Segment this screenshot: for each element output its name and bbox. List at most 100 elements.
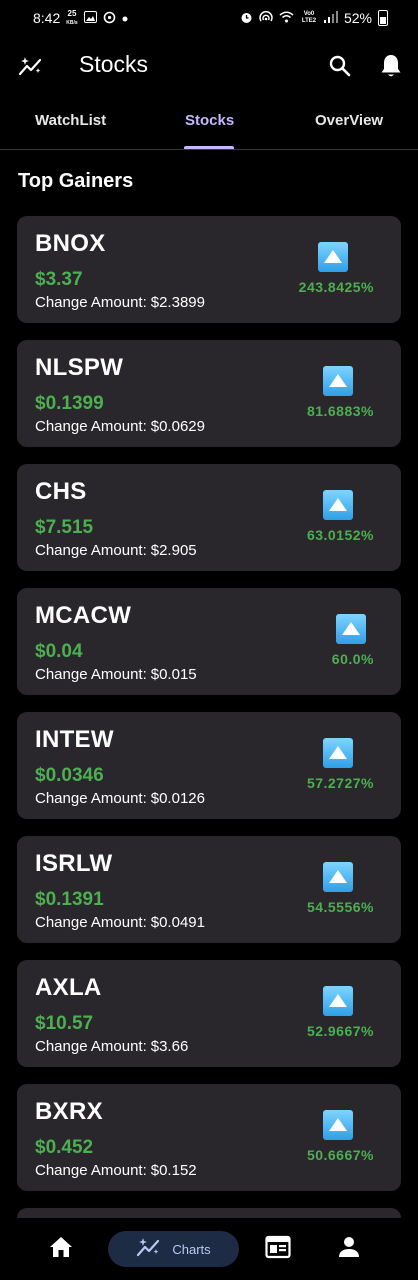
status-left: 8:42 25 KB/s bbox=[33, 8, 128, 27]
network-speed-value: 25 bbox=[67, 8, 77, 18]
hotspot-icon bbox=[259, 10, 273, 26]
change-amount-label: Change Amount: bbox=[35, 666, 147, 683]
stock-card[interactable]: INTEW $0.0346 Change Amount: $0.0126 57.2… bbox=[17, 712, 401, 819]
nav-profile[interactable] bbox=[334, 1231, 364, 1267]
network-type: Vo0 LTE2 bbox=[301, 11, 317, 24]
network-speed: 25 KB/s bbox=[66, 8, 78, 27]
notification-dot-icon bbox=[122, 12, 128, 24]
stock-card[interactable]: MCACW $0.04 Change Amount: $0.015 60.0% bbox=[17, 588, 401, 695]
change-percent: 50.6667% bbox=[306, 1147, 374, 1163]
change-amount-value: $3.66 bbox=[150, 1038, 189, 1055]
bottom-nav: Charts bbox=[0, 1218, 418, 1280]
stock-price: $7.515 bbox=[35, 517, 94, 538]
stocks-logo-icon[interactable] bbox=[18, 54, 44, 78]
change-percent: 243.8425% bbox=[298, 279, 374, 295]
trend-up-icon bbox=[323, 490, 353, 520]
active-tab-indicator bbox=[184, 146, 234, 149]
stock-card[interactable]: AXLA $10.57 Change Amount: $3.66 52.9667% bbox=[17, 960, 401, 1067]
stock-symbol: BNOX bbox=[35, 230, 106, 257]
tab-stocks[interactable]: Stocks bbox=[185, 112, 234, 129]
tab-watchlist[interactable]: WatchList bbox=[35, 112, 106, 129]
signal-icon bbox=[323, 11, 338, 25]
section-title: Top Gainers bbox=[18, 170, 134, 192]
tab-bar: WatchList Stocks OverView bbox=[0, 102, 418, 150]
stock-symbol: INTEW bbox=[35, 726, 114, 753]
stock-card[interactable]: NLSPW $0.1399 Change Amount: $0.0629 81.6… bbox=[17, 340, 401, 447]
nav-home[interactable] bbox=[44, 1231, 78, 1267]
change-percent: 81.6883% bbox=[306, 403, 374, 419]
app-bar: Stocks bbox=[0, 38, 418, 94]
stock-card[interactable]: ISRLW $0.1391 Change Amount: $0.0491 54.5… bbox=[17, 836, 401, 943]
stock-price: $0.1391 bbox=[35, 889, 104, 910]
change-percent: 54.5556% bbox=[306, 899, 374, 915]
change-amount-value: $0.0491 bbox=[150, 914, 205, 931]
change-amount: Change Amount: $0.015 bbox=[35, 666, 197, 683]
change-amount-label: Change Amount: bbox=[35, 914, 147, 931]
stock-price: $0.1399 bbox=[35, 393, 104, 414]
battery-icon bbox=[378, 10, 388, 26]
stock-card[interactable]: BXRX $0.452 Change Amount: $0.152 50.6667… bbox=[17, 1084, 401, 1191]
change-amount: Change Amount: $0.0629 bbox=[35, 418, 205, 435]
change-amount-value: $2.3899 bbox=[150, 294, 205, 311]
change-amount-value: $0.152 bbox=[150, 1162, 197, 1179]
stock-price: $0.04 bbox=[35, 641, 83, 662]
stock-card[interactable]: CHS $7.515 Change Amount: $2.905 63.0152% bbox=[17, 464, 401, 571]
change-amount-label: Change Amount: bbox=[35, 1038, 147, 1055]
stock-symbol: CHS bbox=[35, 478, 87, 505]
trend-up-icon bbox=[323, 738, 353, 768]
change-amount-label: Change Amount: bbox=[35, 418, 147, 435]
change-amount-label: Change Amount: bbox=[35, 542, 147, 559]
profile-icon bbox=[337, 1235, 361, 1264]
sync-icon bbox=[103, 11, 116, 26]
change-amount-value: $0.0126 bbox=[150, 790, 205, 807]
status-bar: 8:42 25 KB/s Vo0 LTE2 52% bbox=[0, 0, 418, 36]
wifi-icon bbox=[279, 11, 294, 25]
nav-charts[interactable]: Charts bbox=[108, 1231, 239, 1267]
trend-up-icon bbox=[323, 1110, 353, 1140]
network-speed-unit: KB/s bbox=[66, 19, 78, 26]
stock-symbol: MCACW bbox=[35, 602, 132, 629]
stock-price: $0.452 bbox=[35, 1137, 94, 1158]
search-icon[interactable] bbox=[328, 54, 352, 78]
change-amount-label: Change Amount: bbox=[35, 790, 147, 807]
change-amount: Change Amount: $0.152 bbox=[35, 1162, 197, 1179]
tab-overview[interactable]: OverView bbox=[315, 112, 383, 129]
change-percent: 52.9667% bbox=[306, 1023, 374, 1039]
stock-price: $10.57 bbox=[35, 1013, 94, 1034]
trend-up-icon bbox=[323, 986, 353, 1016]
nav-news[interactable] bbox=[263, 1231, 293, 1267]
status-right: Vo0 LTE2 52% bbox=[240, 10, 388, 26]
gallery-icon bbox=[83, 11, 97, 25]
trend-up-icon bbox=[323, 366, 353, 396]
nav-charts-label: Charts bbox=[172, 1241, 211, 1257]
stock-price: $3.37 bbox=[35, 269, 83, 290]
change-percent: 60.0% bbox=[331, 651, 374, 667]
home-icon bbox=[48, 1235, 74, 1264]
page-title: Stocks bbox=[79, 51, 149, 77]
change-amount: Change Amount: $2.3899 bbox=[35, 294, 205, 311]
change-percent: 57.2727% bbox=[306, 775, 374, 791]
change-amount-label: Change Amount: bbox=[35, 294, 147, 311]
change-amount-value: $2.905 bbox=[150, 542, 197, 559]
change-amount-value: $0.015 bbox=[150, 666, 197, 683]
charts-icon bbox=[136, 1236, 162, 1263]
news-icon bbox=[265, 1235, 291, 1264]
change-percent: 63.0152% bbox=[306, 527, 374, 543]
trend-up-icon bbox=[323, 862, 353, 892]
notifications-bell-icon[interactable] bbox=[379, 53, 403, 79]
stock-symbol: ISRLW bbox=[35, 850, 113, 877]
stock-price: $0.0346 bbox=[35, 765, 104, 786]
status-time: 8:42 bbox=[33, 10, 61, 26]
change-amount: Change Amount: $2.905 bbox=[35, 542, 197, 559]
stock-symbol: NLSPW bbox=[35, 354, 124, 381]
change-amount: Change Amount: $0.0491 bbox=[35, 914, 205, 931]
stock-symbol: AXLA bbox=[35, 974, 102, 1001]
stock-symbol: BXRX bbox=[35, 1098, 103, 1125]
alarm-icon bbox=[240, 11, 253, 26]
trend-up-icon bbox=[336, 614, 366, 644]
stock-card[interactable]: BNOX $3.37 Change Amount: $2.3899 243.842… bbox=[17, 216, 401, 323]
battery-percent: 52% bbox=[343, 10, 372, 26]
change-amount: Change Amount: $0.0126 bbox=[35, 790, 205, 807]
change-amount: Change Amount: $3.66 bbox=[35, 1038, 188, 1055]
change-amount-label: Change Amount: bbox=[35, 1162, 147, 1179]
